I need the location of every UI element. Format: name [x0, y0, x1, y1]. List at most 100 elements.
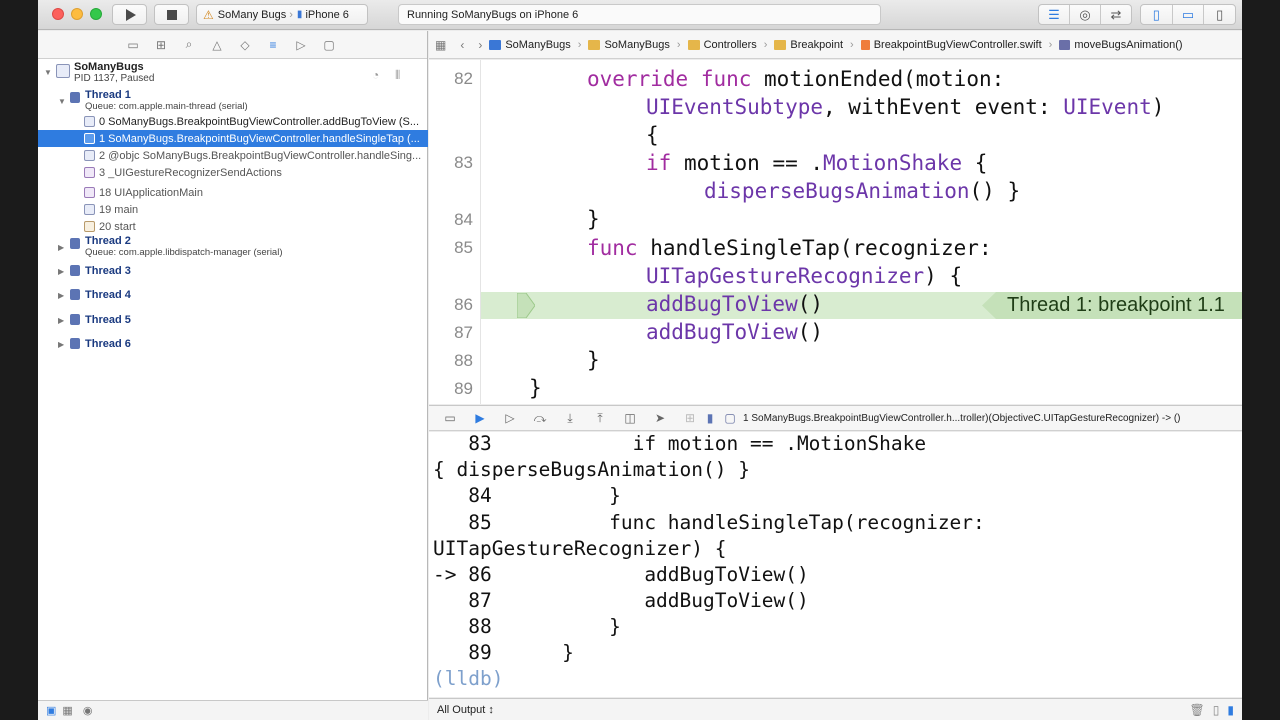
line-number: 87 [454, 323, 473, 342]
trash-icon[interactable]: 🗑 [1190, 703, 1205, 717]
console-output[interactable]: 83 if motion == .MotionShake { disperseB… [429, 432, 1242, 697]
scheme-selector[interactable]: ⚠ SoMany Bugs › ▮ iPhone 6 [196, 4, 368, 25]
stack-frame-19[interactable]: 19 main [38, 201, 428, 218]
crumb-group[interactable]: SoManyBugs [604, 39, 669, 51]
thread-4-title: Thread 4 [85, 288, 131, 301]
view-toggle-control: ▯ ▭ ▯ [1140, 4, 1236, 25]
swift-file-icon [860, 39, 870, 50]
folder-icon[interactable]: ▭ [126, 38, 140, 52]
breakpoints-toggle-icon[interactable]: ▶ [471, 411, 489, 425]
gauge-icon[interactable]: ◔ [372, 68, 379, 82]
standard-editor-icon[interactable]: ☰ [1039, 5, 1070, 24]
warning-icon[interactable]: △ [210, 38, 224, 52]
crumb-file[interactable]: BreakpointBugViewController.swift [874, 39, 1042, 51]
console-line: 87 addBugToView() [433, 589, 809, 612]
crumb-project[interactable]: SoManyBugs [505, 39, 570, 51]
console-line: UITapGestureRecognizer) { [433, 537, 727, 560]
code-line: if motion == .MotionShake { [646, 151, 988, 175]
stop-icon [166, 9, 177, 20]
process-name: SoManyBugs [74, 61, 144, 73]
close-window-button[interactable] [52, 8, 64, 20]
thread-icon [70, 289, 80, 300]
thread-5-row[interactable]: Thread 5 [70, 311, 460, 328]
thread-view-icon[interactable]: ⦀ [395, 68, 400, 83]
filter-threads-icon[interactable]: ▦ [62, 704, 72, 717]
thread-icon [70, 314, 80, 325]
filter-options-icon[interactable]: ◉ [83, 704, 93, 717]
frame-label: 3 _UIGestureRecognizerSendActions [99, 166, 282, 179]
code-line: UIEventSubtype, withEvent event: UIEvent… [646, 95, 1165, 119]
version-editor-icon[interactable]: ⇄ [1101, 5, 1131, 24]
stack-frame-1[interactable]: 1 SoManyBugs.BreakpointBugViewController… [38, 130, 428, 147]
zoom-window-button[interactable] [90, 8, 102, 20]
crumb-breakpoint[interactable]: Breakpoint [790, 39, 843, 51]
current-frame-label[interactable]: 1 SoManyBugs.BreakpointBugViewController… [743, 413, 1181, 424]
crumb-method[interactable]: moveBugsAnimation() [1074, 39, 1182, 51]
assistant-editor-icon[interactable]: ◎ [1070, 5, 1101, 24]
chevron-right-icon: › [1048, 38, 1053, 51]
disclosure-triangle-icon[interactable]: ▶ [58, 291, 64, 300]
thread-3-row[interactable]: Thread 3 [70, 262, 460, 279]
line-number: 88 [454, 351, 473, 370]
back-icon[interactable]: ‹ [460, 38, 464, 52]
line-gutter[interactable]: 82 83 84 85 86 87 88 89 [429, 60, 481, 404]
frame-label: 0 SoManyBugs.BreakpointBugViewController… [99, 115, 420, 128]
step-over-icon[interactable]: ⤼ [531, 411, 549, 426]
thread-4-row[interactable]: Thread 4 [70, 286, 460, 303]
test-icon[interactable]: ◇ [238, 38, 252, 52]
debug-area-toggle-icon[interactable]: ▭ [1173, 5, 1205, 24]
hide-debug-area-icon[interactable]: ▭ [441, 411, 459, 425]
breadcrumb: SoManyBugs › SoManyBugs › Controllers › Bre… [489, 38, 1183, 51]
search-icon[interactable]: ⌕ [182, 37, 196, 52]
continue-icon[interactable]: ▷ [501, 411, 519, 425]
thread-icon [70, 338, 80, 349]
disclosure-triangle-icon[interactable]: ▶ [58, 316, 64, 325]
variables-view-toggle-icon[interactable]: ▯ [1213, 703, 1220, 717]
disclosure-triangle-icon[interactable]: ▼ [44, 68, 52, 77]
minimize-window-button[interactable] [71, 8, 83, 20]
device-icon: ▮ [296, 9, 303, 20]
instruction-pointer-icon[interactable] [517, 293, 535, 318]
process-selector-icon[interactable]: ⊞ [681, 411, 699, 425]
filter-crashed-icon[interactable]: ▣ [46, 704, 56, 717]
disclosure-triangle-icon[interactable]: ▼ [58, 97, 66, 106]
output-selector[interactable]: All Output ↕ [437, 704, 494, 716]
thread-selector-icon[interactable]: ▮ [701, 411, 719, 425]
lldb-prompt[interactable]: (lldb) [433, 667, 503, 690]
toolbar: ⚠ SoMany Bugs › ▮ iPhone 6 Running SoMan… [38, 0, 1242, 30]
thread-2-row[interactable]: Thread 2 Queue: com.apple.libdispatch-ma… [70, 235, 460, 259]
breakpoint-icon[interactable]: ▷ [294, 38, 308, 52]
thread-6-row[interactable]: Thread 6 [70, 335, 460, 352]
run-button[interactable] [112, 4, 147, 25]
navigator-toggle-icon[interactable]: ▯ [1141, 5, 1173, 24]
view-hierarchy-icon[interactable]: ◫ [621, 411, 639, 425]
source-editor[interactable]: 82 83 84 85 86 87 88 89 override func mo… [429, 60, 1242, 404]
crumb-controllers[interactable]: Controllers [704, 39, 757, 51]
thread-2-queue: Queue: com.apple.libdispatch-manager (se… [85, 247, 283, 258]
console-view-toggle-icon[interactable]: ▮ [1227, 703, 1234, 717]
forward-icon[interactable]: › [478, 38, 482, 52]
code-line: func handleSingleTap(recognizer: [587, 236, 992, 260]
scheme-project: SoMany Bugs [217, 8, 287, 21]
stack-frame-20[interactable]: 20 start [38, 218, 428, 235]
stack-frame-0[interactable]: 0 SoManyBugs.BreakpointBugViewController… [38, 113, 428, 130]
disclosure-triangle-icon[interactable]: ▶ [58, 267, 64, 276]
stack-frame-3[interactable]: 3 _UIGestureRecognizerSendActions [38, 164, 428, 181]
process-row[interactable]: SoManyBugs PID 1137, Paused [56, 61, 446, 87]
hierarchy-icon[interactable]: ⊞ [154, 38, 168, 52]
disclosure-triangle-icon[interactable]: ▶ [58, 340, 64, 349]
step-out-icon[interactable]: ⤒ [591, 411, 609, 426]
disclosure-triangle-icon[interactable]: ▶ [58, 243, 64, 252]
location-icon[interactable]: ➤ [651, 411, 669, 425]
debug-icon[interactable]: ≡ [266, 38, 280, 52]
stop-button[interactable] [154, 4, 189, 25]
frame-selector-icon[interactable]: ▢ [721, 411, 739, 425]
stack-frame-18[interactable]: 18 UIApplicationMain [38, 184, 428, 201]
stack-frame-2[interactable]: 2 @objc SoManyBugs.BreakpointBugViewCont… [38, 147, 428, 164]
related-items-icon[interactable]: ▦ [435, 38, 446, 52]
step-into-icon[interactable]: ⤓ [561, 411, 579, 426]
report-icon[interactable]: ▢ [322, 38, 336, 52]
frame-icon [84, 204, 95, 215]
thread-1-row[interactable]: Thread 1 Queue: com.apple.main-thread (s… [70, 89, 460, 113]
utilities-toggle-icon[interactable]: ▯ [1204, 5, 1235, 24]
